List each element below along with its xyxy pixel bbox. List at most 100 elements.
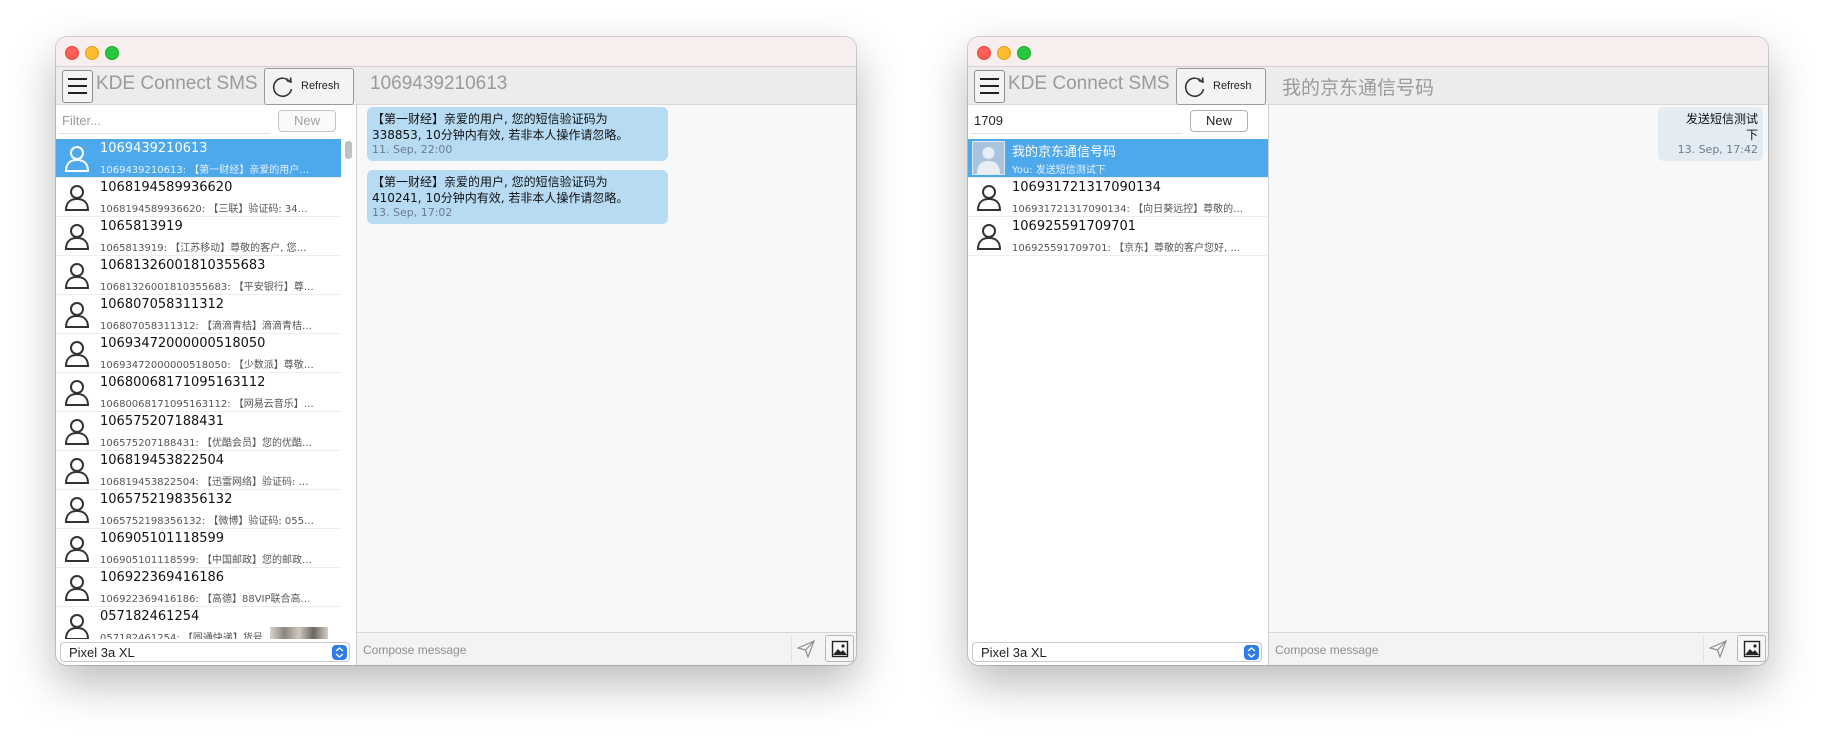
message-timestamp: 13. Sep, 17:02: [372, 206, 453, 219]
device-select-value: Pixel 3a XL: [981, 645, 1047, 660]
conversation-snippet: 106931721317090134: 【向日葵远控】尊敬的…: [1012, 204, 1244, 215]
scrollbar-thumb[interactable]: [345, 141, 352, 159]
incoming-message-bubble[interactable]: 【第一财经】亲爱的用户, 您的短信验证码为 410241, 10分钟内有效, 若…: [367, 170, 668, 224]
message-text: 【第一财经】亲爱的用户, 您的短信验证码为 338853, 10分钟内有效, 若…: [372, 112, 629, 142]
image-icon: [1743, 640, 1761, 658]
conversation-snippet: 1069439210613: 【第一财经】亲爱的用户…: [100, 165, 310, 176]
conversation-name: 1069439210613: [100, 141, 208, 156]
send-icon: [797, 640, 815, 658]
close-window-button[interactable]: [977, 46, 991, 60]
conversation-item[interactable]: 我的京东通信号码 You: 发送短信测试下: [968, 139, 1268, 178]
conversation-snippet: 106807058311312: 【滴滴青桔】滴滴青桔…: [100, 321, 312, 332]
conversation-item[interactable]: 106922369416186 106922369416186: 【高德】88VI…: [56, 568, 341, 607]
conversation-item[interactable]: 1068194589936620 1068194589936620: 【三联】验证…: [56, 178, 341, 217]
conversation-title: 我的京东通信号码: [1282, 78, 1435, 99]
conversation-sidebar: New 1069439210613 1069439210613: 【第一财经】亲爱…: [56, 105, 357, 665]
conversation-name: 1065752198356132: [100, 492, 233, 507]
new-conversation-button[interactable]: New: [278, 110, 336, 132]
sms-window-left: KDE Connect SMS Refresh 1069439210613 Ne…: [56, 37, 856, 665]
conversation-title: 1069439210613: [370, 73, 508, 94]
composer-bar: [357, 632, 856, 665]
hamburger-menu-button[interactable]: [974, 70, 1005, 103]
conversation-item[interactable]: 1065813919 1065813919: 【江苏移动】尊敬的客户, 您…: [56, 217, 341, 256]
message-area: 【第一财经】亲爱的用户, 您的短信验证码为 338853, 10分钟内有效, 若…: [357, 105, 856, 632]
conversation-name: 106807058311312: [100, 297, 225, 312]
send-icon: [1709, 640, 1727, 658]
send-button[interactable]: [791, 635, 820, 662]
conversation-name: 106819453822504: [100, 453, 225, 468]
refresh-label: Refresh: [1213, 80, 1252, 92]
conversation-item[interactable]: 106575207188431 106575207188431: 【优酷会员】您的…: [56, 412, 341, 451]
message-area: 发送短信测试 下 13. Sep, 17:42: [1269, 105, 1768, 632]
title-bar: [968, 37, 1768, 67]
refresh-button[interactable]: Refresh: [1176, 68, 1266, 105]
conversation-sidebar: New 我的京东通信号码 You: 发送短信测试下 1069317213170901…: [968, 105, 1269, 665]
conversation-name: 106575207188431: [100, 414, 225, 429]
device-select[interactable]: Pixel 3a XL: [972, 642, 1262, 662]
contact-avatar-icon: [64, 146, 90, 172]
app-title: KDE Connect SMS: [96, 73, 258, 94]
sms-window-right: KDE Connect SMS Refresh 我的京东通信号码 New 我的京…: [968, 37, 1768, 665]
conversation-snippet: 106905101118599: 【中国邮政】您的邮政…: [100, 555, 312, 566]
filter-input[interactable]: [59, 108, 270, 134]
image-thumbnail: [270, 627, 328, 639]
device-select[interactable]: Pixel 3a XL: [60, 642, 350, 662]
conversation-name: 10680068171095163112: [100, 375, 266, 390]
app-title: KDE Connect SMS: [1008, 73, 1170, 94]
maximize-window-button[interactable]: [1017, 46, 1031, 60]
conversation-snippet: 106922369416186: 【高德】88VIP联合高…: [100, 594, 311, 605]
send-button[interactable]: [1703, 635, 1732, 662]
conversation-name: 057182461254: [100, 609, 200, 624]
hamburger-menu-button[interactable]: [62, 70, 93, 103]
maximize-window-button[interactable]: [105, 46, 119, 60]
conversation-item[interactable]: 057182461254 057182461254: 【圆通快递】货号: [56, 607, 341, 639]
contact-avatar-icon: [64, 458, 90, 484]
minimize-window-button[interactable]: [997, 46, 1011, 60]
contact-avatar-icon: [64, 419, 90, 445]
conversation-snippet: 1068194589936620: 【三联】验证码: 34…: [100, 204, 308, 215]
message-text: 【第一财经】亲爱的用户, 您的短信验证码为 410241, 10分钟内有效, 若…: [372, 175, 629, 205]
message-text: 发送短信测试 下: [1685, 112, 1758, 142]
conversation-item[interactable]: 10680068171095163112 10680068171095163112…: [56, 373, 341, 412]
conversation-item[interactable]: 1065752198356132 1065752198356132: 【微博】验证…: [56, 490, 341, 529]
conversation-item[interactable]: 10681326001810355683 10681326001810355683…: [56, 256, 341, 295]
message-timestamp: 11. Sep, 22:00: [372, 143, 453, 156]
conversation-snippet: 10693472000000518050: 【少数派】尊敬…: [100, 360, 314, 371]
conversation-item[interactable]: 106931721317090134 106931721317090134: 【向…: [968, 178, 1268, 217]
refresh-button[interactable]: Refresh: [264, 68, 354, 105]
image-icon: [831, 640, 849, 658]
contact-avatar-icon: [64, 224, 90, 250]
outgoing-message-bubble[interactable]: 发送短信测试 下 13. Sep, 17:42: [1658, 107, 1763, 161]
select-chevron-icon: [1244, 645, 1259, 660]
attach-image-button[interactable]: [825, 635, 854, 662]
conversation-item[interactable]: 1069439210613 1069439210613: 【第一财经】亲爱的用户…: [56, 139, 341, 178]
conversation-snippet: 10681326001810355683: 【平安银行】尊…: [100, 282, 314, 293]
conversation-name: 10681326001810355683: [100, 258, 266, 273]
close-window-button[interactable]: [65, 46, 79, 60]
contact-avatar-icon: [976, 185, 1002, 211]
conversation-item[interactable]: 106905101118599 106905101118599: 【中国邮政】您的…: [56, 529, 341, 568]
contact-photo: [972, 141, 1005, 175]
conversation-snippet: 106925591709701: 【京东】尊敬的客户您好, …: [1012, 243, 1241, 254]
conversation-item[interactable]: 10693472000000518050 10693472000000518050…: [56, 334, 341, 373]
conversation-item[interactable]: 106807058311312 106807058311312: 【滴滴青桔】滴滴…: [56, 295, 341, 334]
contact-avatar-icon: [976, 224, 1002, 250]
filter-input[interactable]: [971, 108, 1182, 134]
compose-message-input[interactable]: [357, 633, 798, 665]
conversation-name: 10693472000000518050: [100, 336, 266, 351]
attach-image-button[interactable]: [1737, 635, 1766, 662]
contact-avatar-icon: [64, 497, 90, 523]
message-timestamp: 13. Sep, 17:42: [1677, 143, 1758, 156]
conversation-snippet: 10680068171095163112: 【网易云音乐】…: [100, 399, 314, 410]
refresh-icon: [272, 77, 293, 98]
select-chevron-icon: [332, 645, 347, 660]
incoming-message-bubble[interactable]: 【第一财经】亲爱的用户, 您的短信验证码为 338853, 10分钟内有效, 若…: [367, 107, 668, 161]
minimize-window-button[interactable]: [85, 46, 99, 60]
new-conversation-button[interactable]: New: [1190, 110, 1248, 132]
conversation-item[interactable]: 106925591709701 106925591709701: 【京东】尊敬的客…: [968, 217, 1268, 256]
compose-message-input[interactable]: [1269, 633, 1710, 665]
toolbar: KDE Connect SMS Refresh 我的京东通信号码: [968, 67, 1768, 105]
conversation-item[interactable]: 106819453822504 106819453822504: 【迅雷网络】验证…: [56, 451, 341, 490]
conversation-list: 我的京东通信号码 You: 发送短信测试下 106931721317090134 10…: [968, 139, 1268, 639]
conversation-name: 106922369416186: [100, 570, 225, 585]
